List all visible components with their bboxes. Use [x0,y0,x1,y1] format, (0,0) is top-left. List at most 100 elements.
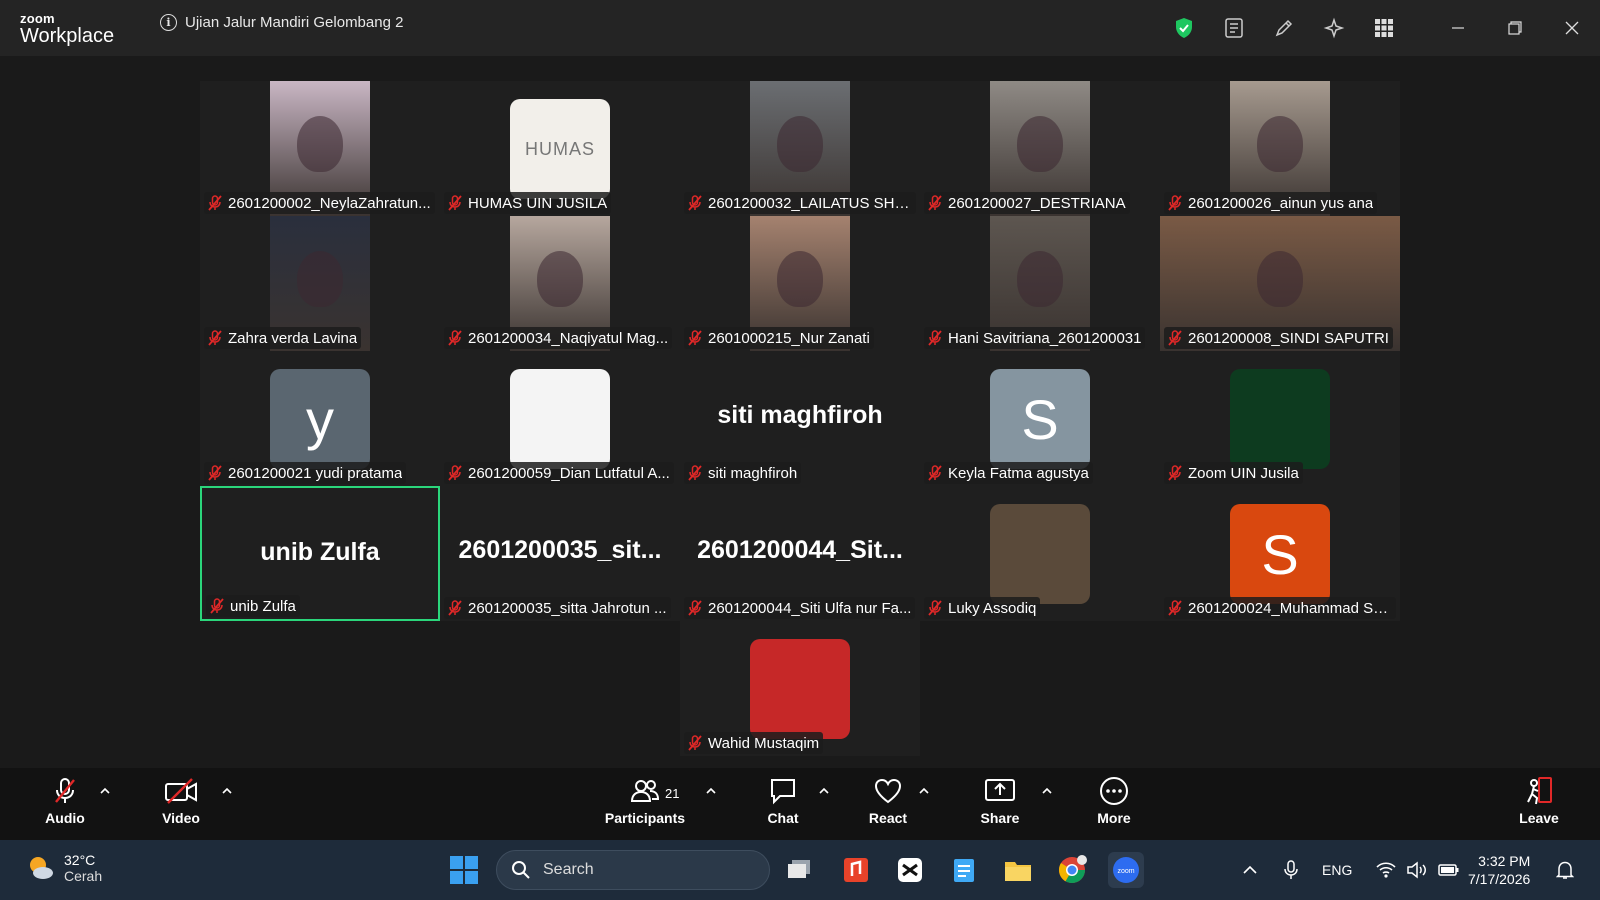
name-label: 2601200008_SINDI SAPUTRI [1164,327,1393,349]
minimize-button[interactable] [1429,0,1486,56]
mic-muted-icon [688,465,702,481]
react-options-caret-icon[interactable] [917,786,931,796]
share-options-caret-icon[interactable] [1040,786,1054,796]
participant-tile[interactable]: 2601200027_DESTRIANA [920,81,1160,216]
participant-tile[interactable]: 2601200034_Naqiyatul Mag... [440,216,680,351]
notification-bell-icon[interactable] [1556,860,1574,880]
display-name-large: unib Zulfa [260,538,380,566]
name-label: unib Zulfa [206,595,300,617]
participant-tile[interactable]: 2601200026_ainun yus ana [1160,81,1400,216]
chat-button[interactable]: Chat [738,776,828,826]
share-button[interactable]: Share [955,776,1045,826]
title-bar: zoom Workplace i Ujian Jalur Mandiri Gel… [0,0,1600,56]
participant-tile[interactable]: S Keyla Fatma agustya [920,351,1160,486]
close-button[interactable] [1543,0,1600,56]
participants-label: Participants [604,810,686,826]
participant-tile[interactable]: HUMAS HUMAS UIN JUSILA [440,81,680,216]
video-button[interactable]: Video [136,776,226,826]
mic-muted-icon [55,778,75,803]
share-screen-icon [985,779,1015,801]
name-label: 2601200059_Dian Lutfatul A... [444,462,674,484]
display-name-large: siti maghfiroh [717,401,883,429]
participant-tile[interactable]: S 2601200024_Muhammad Syi... [1160,486,1400,621]
avatar-initial: S [990,369,1090,469]
meeting-title: Ujian Jalur Mandiri Gelombang 2 [185,14,404,31]
mic-muted-icon [688,195,702,211]
titlebar-actions [1159,0,1600,56]
weather-sun-cloud-icon [30,857,53,879]
react-button[interactable]: React [843,776,933,826]
participant-name: 2601200034_Naqiyatul Mag... [468,329,669,347]
volume-icon[interactable] [1406,861,1428,879]
zoom-workplace-logo: zoom Workplace [20,12,114,46]
participant-tile[interactable]: 2601200059_Dian Lutfatul A... [440,351,680,486]
weather-widget[interactable]: 32°C Cerah [26,852,102,884]
windows-start-icon[interactable] [446,852,482,888]
wifi-icon[interactable] [1376,861,1396,879]
file-explorer-icon[interactable] [1000,852,1036,888]
participant-tile[interactable]: 2601200044_Sit... 2601200044_Siti Ulfa nu… [680,486,920,621]
restore-button[interactable] [1486,0,1543,56]
mic-muted-icon [928,600,942,616]
participants-button[interactable]: Participants [600,776,690,826]
clock[interactable]: 3:32 PM 7/17/2026 [1468,852,1530,888]
notepad-app-icon[interactable] [946,852,982,888]
more-button[interactable]: More [1069,776,1159,826]
participant-tile[interactable]: 2601200008_SINDI SAPUTRI [1160,216,1400,351]
participant-tile[interactable]: Zoom UIN Jusila [1160,351,1400,486]
apps-grid-icon[interactable] [1359,0,1409,56]
participant-tile[interactable]: Hani Savitriana_2601200031 [920,216,1160,351]
participants-options-caret-icon[interactable] [704,786,718,796]
chat-options-caret-icon[interactable] [817,786,831,796]
capcut-app-icon[interactable] [892,852,928,888]
whiteboard-pen-icon[interactable] [1259,0,1309,56]
participant-tile[interactable]: 2601200032_LAILATUS SHAL... [680,81,920,216]
participant-name: 2601200032_LAILATUS SHAL... [708,194,912,212]
participant-name: Zoom UIN Jusila [1188,464,1299,482]
video-options-caret-icon[interactable] [220,786,234,796]
mic-muted-icon [928,465,942,481]
video-label: Video [162,810,200,826]
avatar-initial: S [1230,504,1330,604]
participant-tile[interactable]: 2601200035_sit... 2601200035_sitta Jahrot… [440,486,680,621]
audio-button[interactable]: Audio [20,776,110,826]
profile-picture [750,639,850,739]
language-indicator[interactable]: ENG [1322,862,1352,878]
participant-name: Keyla Fatma agustya [948,464,1089,482]
office-app-icon[interactable] [838,852,874,888]
participant-tile[interactable]: unib Zulfa unib Zulfa [200,486,440,621]
leave-button[interactable]: Leave [1494,776,1584,826]
participant-name: 2601200026_ainun yus ana [1188,194,1374,212]
meeting-info[interactable]: i Ujian Jalur Mandiri Gelombang 2 [160,14,403,31]
participant-tile[interactable]: Luky Assodiq [920,486,1160,621]
participant-silhouette [1257,116,1303,172]
task-view-icon[interactable] [782,852,818,888]
name-label: 2601200026_ainun yus ana [1164,192,1378,214]
mic-muted-icon [448,195,462,211]
notes-icon[interactable] [1209,0,1259,56]
mic-muted-icon [1168,600,1182,616]
meeting-toolbar: Audio Video Participants 21 Chat React S… [0,768,1600,840]
security-shield-icon[interactable] [1159,0,1209,56]
microphone-icon[interactable] [1282,860,1300,880]
audio-options-caret-icon[interactable] [98,786,112,796]
ai-companion-icon[interactable] [1309,0,1359,56]
taskbar-search[interactable]: Search [496,850,770,890]
participant-tile[interactable]: siti maghfiroh siti maghfiroh [680,351,920,486]
participant-tile[interactable]: 2601000215_Nur Zanati [680,216,920,351]
participant-tile[interactable]: Wahid Mustaqim [680,621,920,756]
profile-picture [990,504,1090,604]
participant-tile[interactable]: 2601200002_NeylaZahratun... [200,81,440,216]
participant-tile[interactable]: y 2601200021 yudi pratama [200,351,440,486]
name-label: Zahra verda Lavina [204,327,362,349]
participant-tile[interactable]: Zahra verda Lavina [200,216,440,351]
show-hidden-icons-chevron-icon[interactable] [1240,860,1260,880]
chrome-app-icon[interactable] [1054,852,1090,888]
info-icon[interactable]: i [160,14,177,31]
participant-silhouette [297,251,343,307]
name-label: siti maghfiroh [684,462,802,484]
clock-time: 3:32 PM [1478,853,1531,869]
zoom-app-icon[interactable]: zoom [1108,852,1144,888]
name-label: Zoom UIN Jusila [1164,462,1303,484]
battery-icon[interactable] [1438,861,1460,879]
